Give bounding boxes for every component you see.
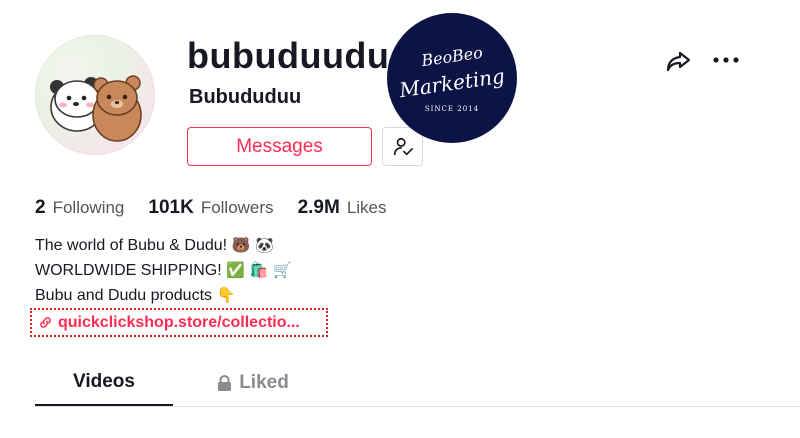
bio-line-1-emoji: 🐻 🐼 <box>231 236 274 254</box>
profile-username: bubuduudu <box>187 35 390 76</box>
bear-panda-avatar-illustration <box>50 75 142 142</box>
bio-line-1: The world of Bubu & Dudu! 🐻 🐼 <box>35 233 292 258</box>
profile-nickname: Bubududuu <box>189 86 302 108</box>
share-icon <box>666 51 691 72</box>
bio-line-3-text: Bubu and Dudu products <box>35 287 213 304</box>
likes-count: 2.9M <box>297 197 340 218</box>
following-label: Following <box>52 198 125 217</box>
following-count: 2 <box>35 197 46 218</box>
profile-bio: The world of Bubu & Dudu! 🐻 🐼 WORLDWIDE … <box>35 233 292 308</box>
bio-link[interactable]: quickclickshop.store/collectio... <box>30 308 328 337</box>
watermark-line3: SINCE 2014 <box>424 105 480 113</box>
bio-link-text: quickclickshop.store/collectio... <box>58 313 300 331</box>
profile-tabs: Videos Liked <box>35 360 800 407</box>
tab-liked-label: Liked <box>239 372 289 393</box>
stat-likes: 2.9M Likes <box>298 197 387 219</box>
messages-button[interactable]: Messages <box>187 127 372 166</box>
likes-label: Likes <box>346 198 387 217</box>
tab-liked[interactable]: Liked <box>203 360 303 406</box>
stat-followers[interactable]: 101K Followers <box>148 197 273 219</box>
bio-line-1-text: The world of Bubu & Dudu! <box>35 237 228 254</box>
lock-icon <box>218 374 232 391</box>
bio-line-2: WORLDWIDE SHIPPING! ✅ 🛍️ 🛒 <box>35 258 292 283</box>
person-check-icon <box>393 137 413 155</box>
profile-stats: 2 Following 101K Followers 2.9M Likes <box>35 195 411 221</box>
more-icon <box>713 57 739 63</box>
bio-line-2-text: WORLDWIDE SHIPPING! <box>35 262 222 279</box>
more-options-button[interactable] <box>712 52 740 68</box>
stat-following[interactable]: 2 Following <box>35 197 124 219</box>
beobeo-marketing-watermark: BeoBeo Marketing SINCE 2014 <box>387 13 517 143</box>
followers-label: Followers <box>200 198 274 217</box>
share-button[interactable] <box>664 47 692 75</box>
link-icon <box>40 317 51 328</box>
bio-line-2-emoji: ✅ 🛍️ 🛒 <box>226 261 292 279</box>
followers-count: 101K <box>148 197 194 218</box>
bio-line-3-emoji: 👇 <box>216 286 236 304</box>
profile-avatar <box>35 35 155 155</box>
tab-videos[interactable]: Videos <box>35 360 173 406</box>
bio-line-3: Bubu and Dudu products 👇 <box>35 283 292 308</box>
tab-videos-label: Videos <box>73 371 135 392</box>
